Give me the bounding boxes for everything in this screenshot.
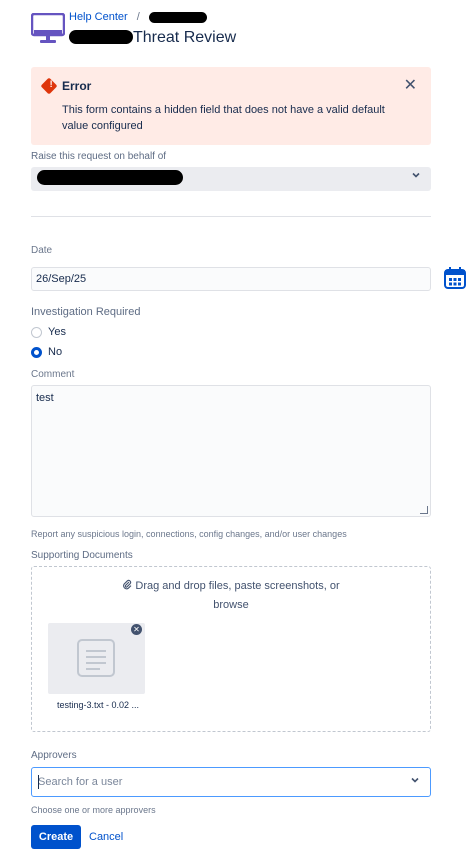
- text-cursor: [38, 775, 39, 789]
- behalf-select[interactable]: [31, 167, 431, 191]
- dropzone-text: Drag and drop files, paste screenshots, …: [32, 577, 430, 615]
- dropzone-instructions: Drag and drop files, paste screenshots, …: [135, 580, 340, 592]
- date-input[interactable]: 26/Sep/25: [31, 267, 431, 291]
- chevron-down-icon[interactable]: [410, 775, 420, 788]
- close-icon[interactable]: ✕: [404, 75, 417, 95]
- behalf-label: Raise this request on behalf of: [31, 151, 167, 162]
- chevron-down-icon: [411, 170, 421, 183]
- cancel-button[interactable]: Cancel: [89, 831, 123, 843]
- comment-help-text: Report any suspicious login, connections…: [31, 529, 347, 539]
- redacted-title-prefix: [69, 30, 133, 44]
- page-title-text: Threat Review: [133, 29, 237, 46]
- file-dropzone[interactable]: Drag and drop files, paste screenshots, …: [31, 566, 431, 732]
- browse-link[interactable]: browse: [213, 599, 248, 611]
- breadcrumb-help-center-link[interactable]: Help Center: [69, 11, 128, 23]
- redacted-portal-name[interactable]: [148, 11, 207, 23]
- document-icon: [77, 639, 115, 677]
- breadcrumb-separator: /: [136, 11, 140, 23]
- redacted-behalf-value: [37, 170, 183, 185]
- radio-yes-label: Yes: [48, 326, 66, 338]
- approvers-placeholder: Search for a user: [38, 776, 123, 788]
- approvers-label: Approvers: [31, 750, 77, 761]
- error-title: Error: [62, 79, 92, 93]
- section-divider: [31, 216, 431, 217]
- approvers-help-text: Choose one or more approvers: [31, 805, 156, 815]
- approvers-search-input[interactable]: Search for a user: [31, 767, 431, 797]
- radio-no-label: No: [48, 346, 63, 358]
- radio-no[interactable]: No: [31, 346, 62, 358]
- radio-button-selected[interactable]: [31, 346, 42, 358]
- file-thumbnail[interactable]: [48, 623, 145, 694]
- investigation-label: Investigation Required: [31, 306, 141, 318]
- comment-value: test: [36, 392, 54, 404]
- documents-label: Supporting Documents: [31, 550, 133, 561]
- calendar-icon[interactable]: [443, 266, 467, 290]
- file-name: testing-3.txt - 0.02 ...: [56, 700, 140, 710]
- radio-button[interactable]: [31, 326, 42, 338]
- page-title: Threat Review: [69, 29, 236, 47]
- resize-handle-icon[interactable]: [420, 506, 428, 514]
- paperclip-icon: [122, 579, 135, 592]
- breadcrumb: Help Center /: [69, 11, 207, 23]
- remove-file-icon[interactable]: ✕: [131, 624, 142, 635]
- error-message: This form contains a hidden field that d…: [62, 104, 385, 132]
- help-center-logo-icon: [30, 12, 66, 45]
- date-label: Date: [31, 245, 53, 256]
- comment-label: Comment: [31, 369, 75, 380]
- create-button[interactable]: Create: [31, 825, 81, 849]
- error-icon: !: [40, 77, 58, 95]
- radio-yes[interactable]: Yes: [31, 326, 66, 338]
- error-panel: ! Error ✕ This form contains a hidden fi…: [31, 67, 431, 145]
- comment-textarea[interactable]: test: [31, 385, 431, 517]
